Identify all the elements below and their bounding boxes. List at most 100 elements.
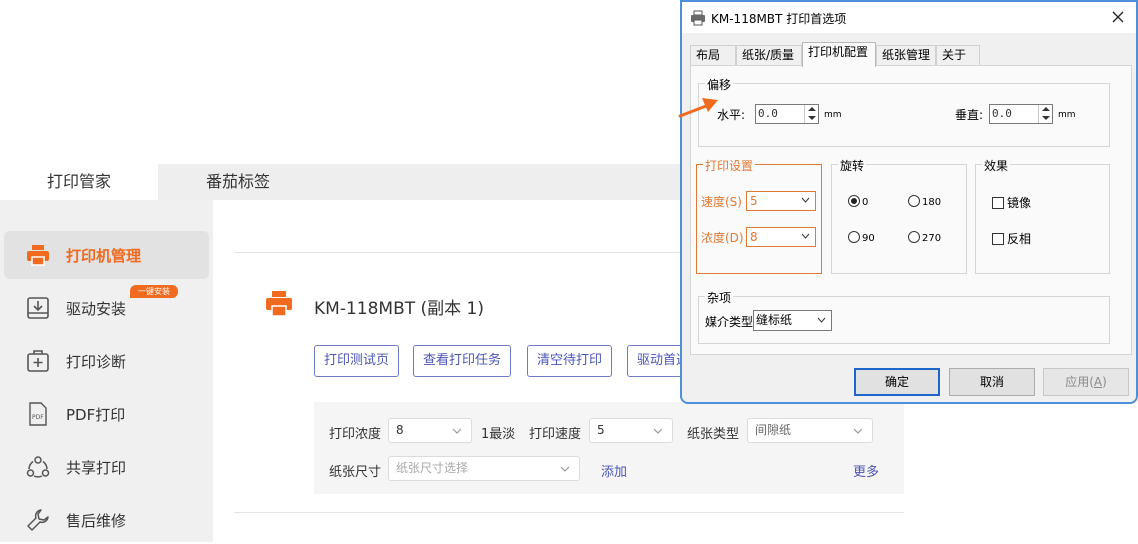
speed-select[interactable]: 5: [746, 191, 816, 211]
apply-label: 应用(: [1065, 375, 1094, 389]
radio-label: 0: [862, 197, 869, 208]
sidebar-item-label: PDF打印: [66, 406, 126, 424]
media-type-label: 媒介类型: [705, 315, 754, 329]
paper-size-select[interactable]: 纸张尺寸选择: [388, 456, 580, 481]
driver-preferences-button[interactable]: 驱动首选项: [627, 345, 687, 377]
dialog-title: KM-118MBT 打印首选项: [711, 12, 847, 26]
density-label: 浓度(D): [701, 231, 744, 245]
radio-selected-icon: [848, 195, 860, 207]
sidebar: 打印机管理 驱动安装 一键安装 打印诊断 PDF PDF打印 共享打印 售后维修: [0, 200, 213, 542]
rotation-180-radio[interactable]: 180: [908, 195, 941, 208]
horizontal-offset-spinner[interactable]: 0.0: [755, 104, 819, 124]
sidebar-item-print-diagnosis[interactable]: 打印诊断: [4, 337, 209, 385]
spinner-buttons[interactable]: [1038, 105, 1052, 123]
view-print-jobs-button[interactable]: 查看打印任务: [413, 345, 511, 377]
paper-type-select[interactable]: 间隙纸: [747, 418, 873, 443]
rotation-group: 旋转 0 180 90 270: [831, 157, 967, 274]
sidebar-item-label: 驱动安装: [66, 300, 127, 318]
chevron-down-icon: [560, 466, 570, 472]
print-settings-group-title: 打印设置: [703, 157, 756, 174]
apply-button[interactable]: 应用(A): [1043, 368, 1129, 396]
add-paper-size-link[interactable]: 添加: [601, 461, 627, 480]
rotation-90-radio[interactable]: 90: [848, 231, 875, 244]
rotation-0-radio[interactable]: 0: [848, 195, 868, 208]
sidebar-item-label: 打印机管理: [66, 247, 142, 265]
select-value: 5: [597, 423, 605, 437]
speed-label: 速度(S): [701, 195, 742, 209]
chevron-down-icon: [653, 428, 663, 434]
radio-icon: [908, 231, 920, 243]
diagnosis-icon: [27, 350, 49, 372]
sidebar-item-pdf-print[interactable]: PDF PDF打印: [4, 390, 209, 438]
print-settings-group: 打印设置 速度(S) 5 浓度(D) 8: [696, 157, 822, 274]
tab-printer-config[interactable]: 打印机配置: [802, 42, 876, 67]
vertical-label: 垂直:: [955, 108, 984, 122]
close-icon[interactable]: [1110, 9, 1126, 25]
print-speed-label: 打印速度: [529, 427, 582, 442]
ok-button[interactable]: 确定: [854, 368, 940, 396]
effects-group-title: 效果: [982, 157, 1011, 174]
tab-panel: 偏移 水平: 0.0 mm 垂直: 0.0 mm 打印设置 速度(S) 5 浓度…: [690, 65, 1132, 355]
printer-settings-panel: 打印浓度 8 1最淡 打印速度 5 纸张类型 间隙纸 纸张尺寸 纸张尺寸选择 添…: [314, 402, 904, 494]
tab-tomato-label[interactable]: 番茄标签: [158, 164, 318, 200]
chevron-down-icon: [853, 428, 863, 434]
misc-group: 杂项 媒介类型 缝标纸: [698, 289, 1110, 344]
printer-icon: [266, 291, 292, 317]
media-type-select[interactable]: 缝标纸: [753, 310, 832, 331]
sidebar-item-label: 售后维修: [66, 512, 127, 530]
print-speed-select[interactable]: 5: [589, 418, 673, 443]
unit-label: mm: [824, 110, 842, 120]
sidebar-item-label: 共享打印: [66, 459, 127, 477]
printer-icon: [691, 10, 705, 26]
pdf-icon: PDF: [29, 402, 47, 426]
offset-group-title: 偏移: [705, 76, 734, 93]
rotation-group-title: 旋转: [838, 157, 867, 174]
sidebar-item-driver-install[interactable]: 驱动安装 一键安装: [4, 284, 209, 332]
select-value: 8: [750, 230, 758, 244]
radio-icon: [908, 195, 920, 207]
sidebar-item-shared-print[interactable]: 共享打印: [4, 443, 209, 491]
tab-paper-management[interactable]: 纸张管理: [876, 45, 936, 66]
dialog-titlebar[interactable]: KM-118MBT 打印首选项: [682, 2, 1136, 33]
select-value: 8: [396, 423, 404, 437]
select-value: 5: [750, 194, 758, 208]
select-value: 间隙纸: [755, 423, 792, 437]
unit-label: mm: [1058, 110, 1076, 120]
cancel-button[interactable]: 取消: [949, 368, 1035, 396]
offset-group: 偏移 水平: 0.0 mm 垂直: 0.0 mm: [698, 76, 1110, 147]
printer-name: KM-118MBT (副本 1): [314, 299, 484, 319]
spinner-value: 0.0: [758, 107, 778, 120]
share-icon: [26, 456, 50, 478]
tab-about[interactable]: 关于: [936, 45, 980, 66]
invert-checkbox[interactable]: 反相: [992, 230, 1031, 247]
chevron-down-icon: [801, 233, 810, 239]
chevron-down-icon: [817, 317, 826, 323]
tab-print-manager[interactable]: 打印管家: [0, 164, 158, 200]
chevron-down-icon: [452, 428, 462, 434]
effects-group: 效果 镜像 反相: [975, 157, 1110, 274]
tab-paper-quality[interactable]: 纸张/质量: [736, 45, 802, 66]
more-settings-link[interactable]: 更多: [853, 461, 879, 480]
print-preferences-dialog: KM-118MBT 打印首选项 布局 纸张/质量 打印机配置 纸张管理 关于 偏…: [680, 0, 1138, 404]
tab-layout[interactable]: 布局: [690, 45, 736, 66]
printer-icon: [27, 245, 49, 266]
radio-label: 180: [922, 197, 942, 208]
sidebar-item-after-sales[interactable]: 售后维修: [4, 496, 209, 544]
print-density-select[interactable]: 8: [388, 418, 472, 443]
apply-label-end: ): [1102, 375, 1107, 389]
chevron-down-icon: [801, 197, 810, 203]
print-test-page-button[interactable]: 打印测试页: [314, 345, 399, 377]
vertical-offset-spinner[interactable]: 0.0: [989, 104, 1053, 124]
pointer-arrow-icon: [678, 98, 718, 118]
mirror-checkbox[interactable]: 镜像: [992, 194, 1031, 211]
rotation-270-radio[interactable]: 270: [908, 231, 941, 244]
clear-pending-button[interactable]: 清空待打印: [527, 345, 612, 377]
misc-group-title: 杂项: [705, 289, 734, 306]
wrench-icon: [27, 509, 49, 531]
print-density-label: 打印浓度: [329, 427, 382, 442]
apply-shortcut-key: A: [1093, 375, 1103, 389]
density-select[interactable]: 8: [746, 227, 816, 247]
sidebar-item-printer-management[interactable]: 打印机管理: [4, 231, 209, 279]
spinner-buttons[interactable]: [804, 105, 818, 123]
one-click-install-badge: 一键安装: [130, 285, 178, 298]
